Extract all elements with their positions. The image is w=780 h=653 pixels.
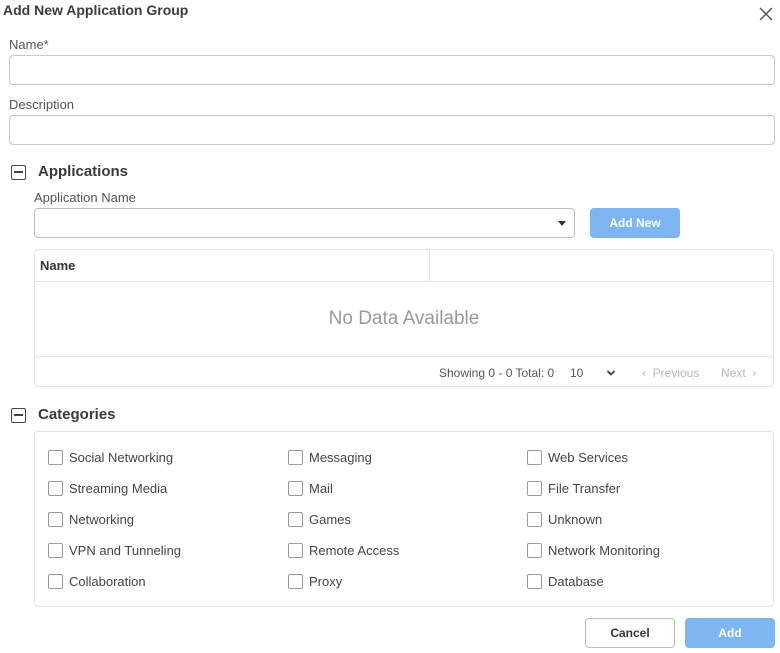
table-pagination: Showing 0 - 0 Total: 0 10 ‹ Previous Nex… xyxy=(35,358,773,387)
category-label: Games xyxy=(309,511,351,527)
chevron-right-icon: › xyxy=(752,366,757,380)
category-checkbox[interactable]: VPN and Tunneling xyxy=(48,541,181,559)
dialog-title: Add New Application Group xyxy=(3,2,189,18)
category-checkbox[interactable]: Proxy xyxy=(288,572,342,590)
column-header-name[interactable]: Name xyxy=(35,250,429,281)
checkbox[interactable] xyxy=(288,573,303,589)
checkbox[interactable] xyxy=(48,449,63,465)
category-checkbox[interactable]: Remote Access xyxy=(288,541,399,559)
category-checkbox[interactable]: Networking xyxy=(48,510,134,528)
category-checkbox[interactable]: Collaboration xyxy=(48,572,146,590)
column-header-empty xyxy=(430,250,774,281)
applications-collapse-icon[interactable] xyxy=(11,165,26,180)
showing-count: Showing 0 - 0 Total: 0 xyxy=(439,366,555,380)
checkbox[interactable] xyxy=(288,542,303,558)
category-label: Web Services xyxy=(548,449,628,465)
category-checkbox[interactable]: Unknown xyxy=(527,510,602,528)
checkbox[interactable] xyxy=(527,480,542,496)
description-input[interactable] xyxy=(9,115,775,145)
caret-down-icon xyxy=(558,221,566,226)
category-label: Collaboration xyxy=(69,573,146,589)
category-checkbox[interactable]: Network Monitoring xyxy=(527,541,660,559)
checkbox[interactable] xyxy=(288,480,303,496)
empty-state-text: No Data Available xyxy=(35,282,773,357)
next-page-button[interactable]: Next › xyxy=(721,366,756,380)
add-new-button[interactable]: Add New xyxy=(590,208,680,238)
categories-section-title: Categories xyxy=(38,406,116,423)
name-label: Name* xyxy=(9,37,49,52)
table-header: Name xyxy=(35,250,773,282)
checkbox[interactable] xyxy=(48,480,63,496)
add-button[interactable]: Add xyxy=(685,618,775,648)
checkbox[interactable] xyxy=(48,573,63,589)
application-name-select[interactable] xyxy=(34,208,575,238)
category-label: Unknown xyxy=(548,511,603,527)
checkbox[interactable] xyxy=(527,542,542,558)
category-checkbox[interactable]: Games xyxy=(288,510,351,528)
category-checkbox[interactable]: Web Services xyxy=(527,448,628,466)
close-icon[interactable] xyxy=(757,5,775,23)
applications-table: Name No Data Available Showing 0 - 0 Tot… xyxy=(34,249,774,387)
checkbox[interactable] xyxy=(527,573,542,589)
category-label: File Transfer xyxy=(548,480,621,496)
category-checkbox[interactable]: Database xyxy=(527,572,604,590)
cancel-button[interactable]: Cancel xyxy=(585,618,675,648)
category-label: Proxy xyxy=(309,573,343,589)
previous-label: Previous xyxy=(652,366,700,380)
categories-panel: Social Networking Messaging Web Services… xyxy=(34,431,774,607)
category-checkbox[interactable]: Mail xyxy=(288,479,333,497)
categories-collapse-icon[interactable] xyxy=(11,408,26,423)
category-label: Remote Access xyxy=(309,542,400,558)
name-input[interactable] xyxy=(9,55,775,85)
category-label: Networking xyxy=(69,511,135,527)
next-label: Next xyxy=(721,366,746,380)
applications-section-title: Applications xyxy=(38,163,129,180)
checkbox[interactable] xyxy=(288,449,303,465)
category-label: Database xyxy=(548,573,604,589)
checkbox[interactable] xyxy=(527,449,542,465)
category-checkbox[interactable]: Messaging xyxy=(288,448,372,466)
page-size-value: 10 xyxy=(570,366,584,380)
category-label: Mail xyxy=(309,480,333,496)
chevron-down-icon xyxy=(606,367,616,377)
chevron-left-icon: ‹ xyxy=(642,366,646,380)
category-checkbox[interactable]: Social Networking xyxy=(48,448,173,466)
description-label: Description xyxy=(9,97,75,112)
category-label: Network Monitoring xyxy=(548,542,660,558)
previous-page-button[interactable]: ‹ Previous xyxy=(642,366,699,380)
page-size-select[interactable]: 10 xyxy=(570,366,616,382)
category-label: VPN and Tunneling xyxy=(69,542,182,558)
category-checkbox[interactable]: Streaming Media xyxy=(48,479,167,497)
category-label: Messaging xyxy=(309,449,372,465)
category-checkbox[interactable]: File Transfer xyxy=(527,479,620,497)
checkbox[interactable] xyxy=(48,511,63,527)
category-label: Social Networking xyxy=(69,449,174,465)
checkbox[interactable] xyxy=(288,511,303,527)
application-name-label: Application Name xyxy=(34,190,136,205)
checkbox[interactable] xyxy=(527,511,542,527)
category-label: Streaming Media xyxy=(69,480,168,496)
checkbox[interactable] xyxy=(48,542,63,558)
